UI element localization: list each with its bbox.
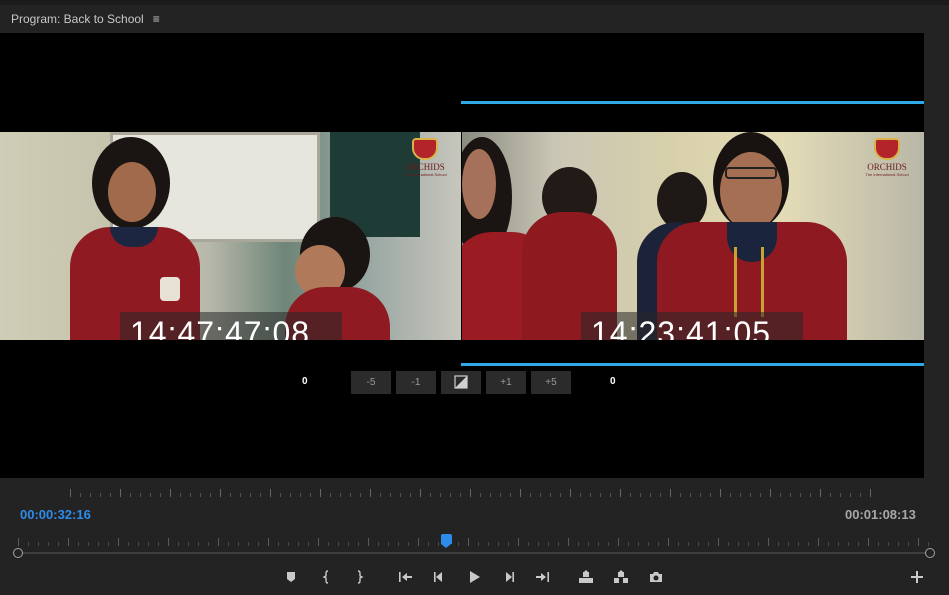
- incoming-clip-frame[interactable]: ORCHIDS The International School 14:23:4…: [462, 132, 924, 340]
- trim-selection-bottom-line: [461, 363, 924, 366]
- zoom-handle-right[interactable]: [925, 548, 935, 558]
- play-button[interactable]: [463, 566, 485, 588]
- time-ruler[interactable]: [0, 478, 949, 505]
- go-to-out-icon: [536, 572, 549, 582]
- lift-button[interactable]: [575, 566, 597, 588]
- zoom-handle-left[interactable]: [13, 548, 23, 558]
- incoming-clip-timecode: 14:23:41:05: [581, 312, 803, 340]
- trim-forward-five-button[interactable]: +5: [531, 371, 571, 394]
- viewer-side-panel: [924, 33, 949, 478]
- plus-icon: [911, 571, 923, 583]
- extract-icon: [614, 570, 628, 583]
- incoming-trim-offset: 0: [610, 376, 616, 387]
- step-back-button[interactable]: [428, 566, 450, 588]
- panel-title[interactable]: Program: Back to School: [11, 12, 144, 26]
- outgoing-clip-timecode: 14:47:47:08: [120, 312, 342, 340]
- trim-controls: 0 -5 -1 +1 +5 0: [0, 371, 924, 395]
- add-marker-button[interactable]: [280, 566, 302, 588]
- step-forward-icon: [506, 572, 514, 582]
- trim-back-five-button[interactable]: -5: [351, 371, 391, 394]
- duration-timecode: 00:01:08:13: [845, 507, 916, 522]
- hamburger-icon[interactable]: ≡: [153, 12, 160, 26]
- step-back-icon: [434, 572, 442, 582]
- lift-icon: [579, 570, 593, 583]
- playhead-handle[interactable]: [441, 534, 453, 548]
- apply-default-transition-button[interactable]: [441, 371, 481, 394]
- playhead-timecode[interactable]: 00:00:32:16: [20, 507, 91, 522]
- student-girl-smiling: [647, 132, 852, 340]
- button-editor-button[interactable]: [906, 566, 928, 588]
- panel-header: Program: Back to School ≡: [0, 5, 949, 33]
- scrub-bar-ticks[interactable]: [18, 538, 930, 546]
- zoom-scroll-bar[interactable]: [18, 552, 930, 554]
- orchids-logo: ORCHIDS The International School: [860, 138, 914, 177]
- program-monitor-viewer[interactable]: ORCHIDS The International School 14:47:4…: [0, 33, 924, 478]
- extract-button[interactable]: [610, 566, 632, 588]
- trim-back-one-button[interactable]: -1: [396, 371, 436, 394]
- transition-icon: [454, 375, 468, 389]
- outgoing-trim-offset: 0: [302, 376, 308, 387]
- mark-in-icon: [322, 570, 329, 584]
- marker-icon: [287, 572, 295, 582]
- go-to-out-button[interactable]: [532, 566, 554, 588]
- transport-controls: [0, 566, 949, 590]
- outgoing-clip-frame[interactable]: ORCHIDS The International School 14:47:4…: [0, 132, 461, 340]
- mark-out-icon: [357, 570, 364, 584]
- camera-icon: [650, 572, 662, 582]
- trim-forward-one-button[interactable]: +1: [486, 371, 526, 394]
- student-girl: [70, 132, 210, 340]
- mark-out-button[interactable]: [348, 566, 370, 588]
- ruler-ticks: [70, 489, 878, 497]
- go-to-in-button[interactable]: [394, 566, 416, 588]
- mark-in-button[interactable]: [316, 566, 338, 588]
- export-frame-button[interactable]: [645, 566, 667, 588]
- trim-selection-top-line: [461, 101, 924, 104]
- go-to-in-icon: [399, 572, 412, 582]
- step-forward-button[interactable]: [498, 566, 520, 588]
- play-icon: [470, 571, 480, 583]
- orchids-logo: ORCHIDS The International School: [398, 138, 452, 177]
